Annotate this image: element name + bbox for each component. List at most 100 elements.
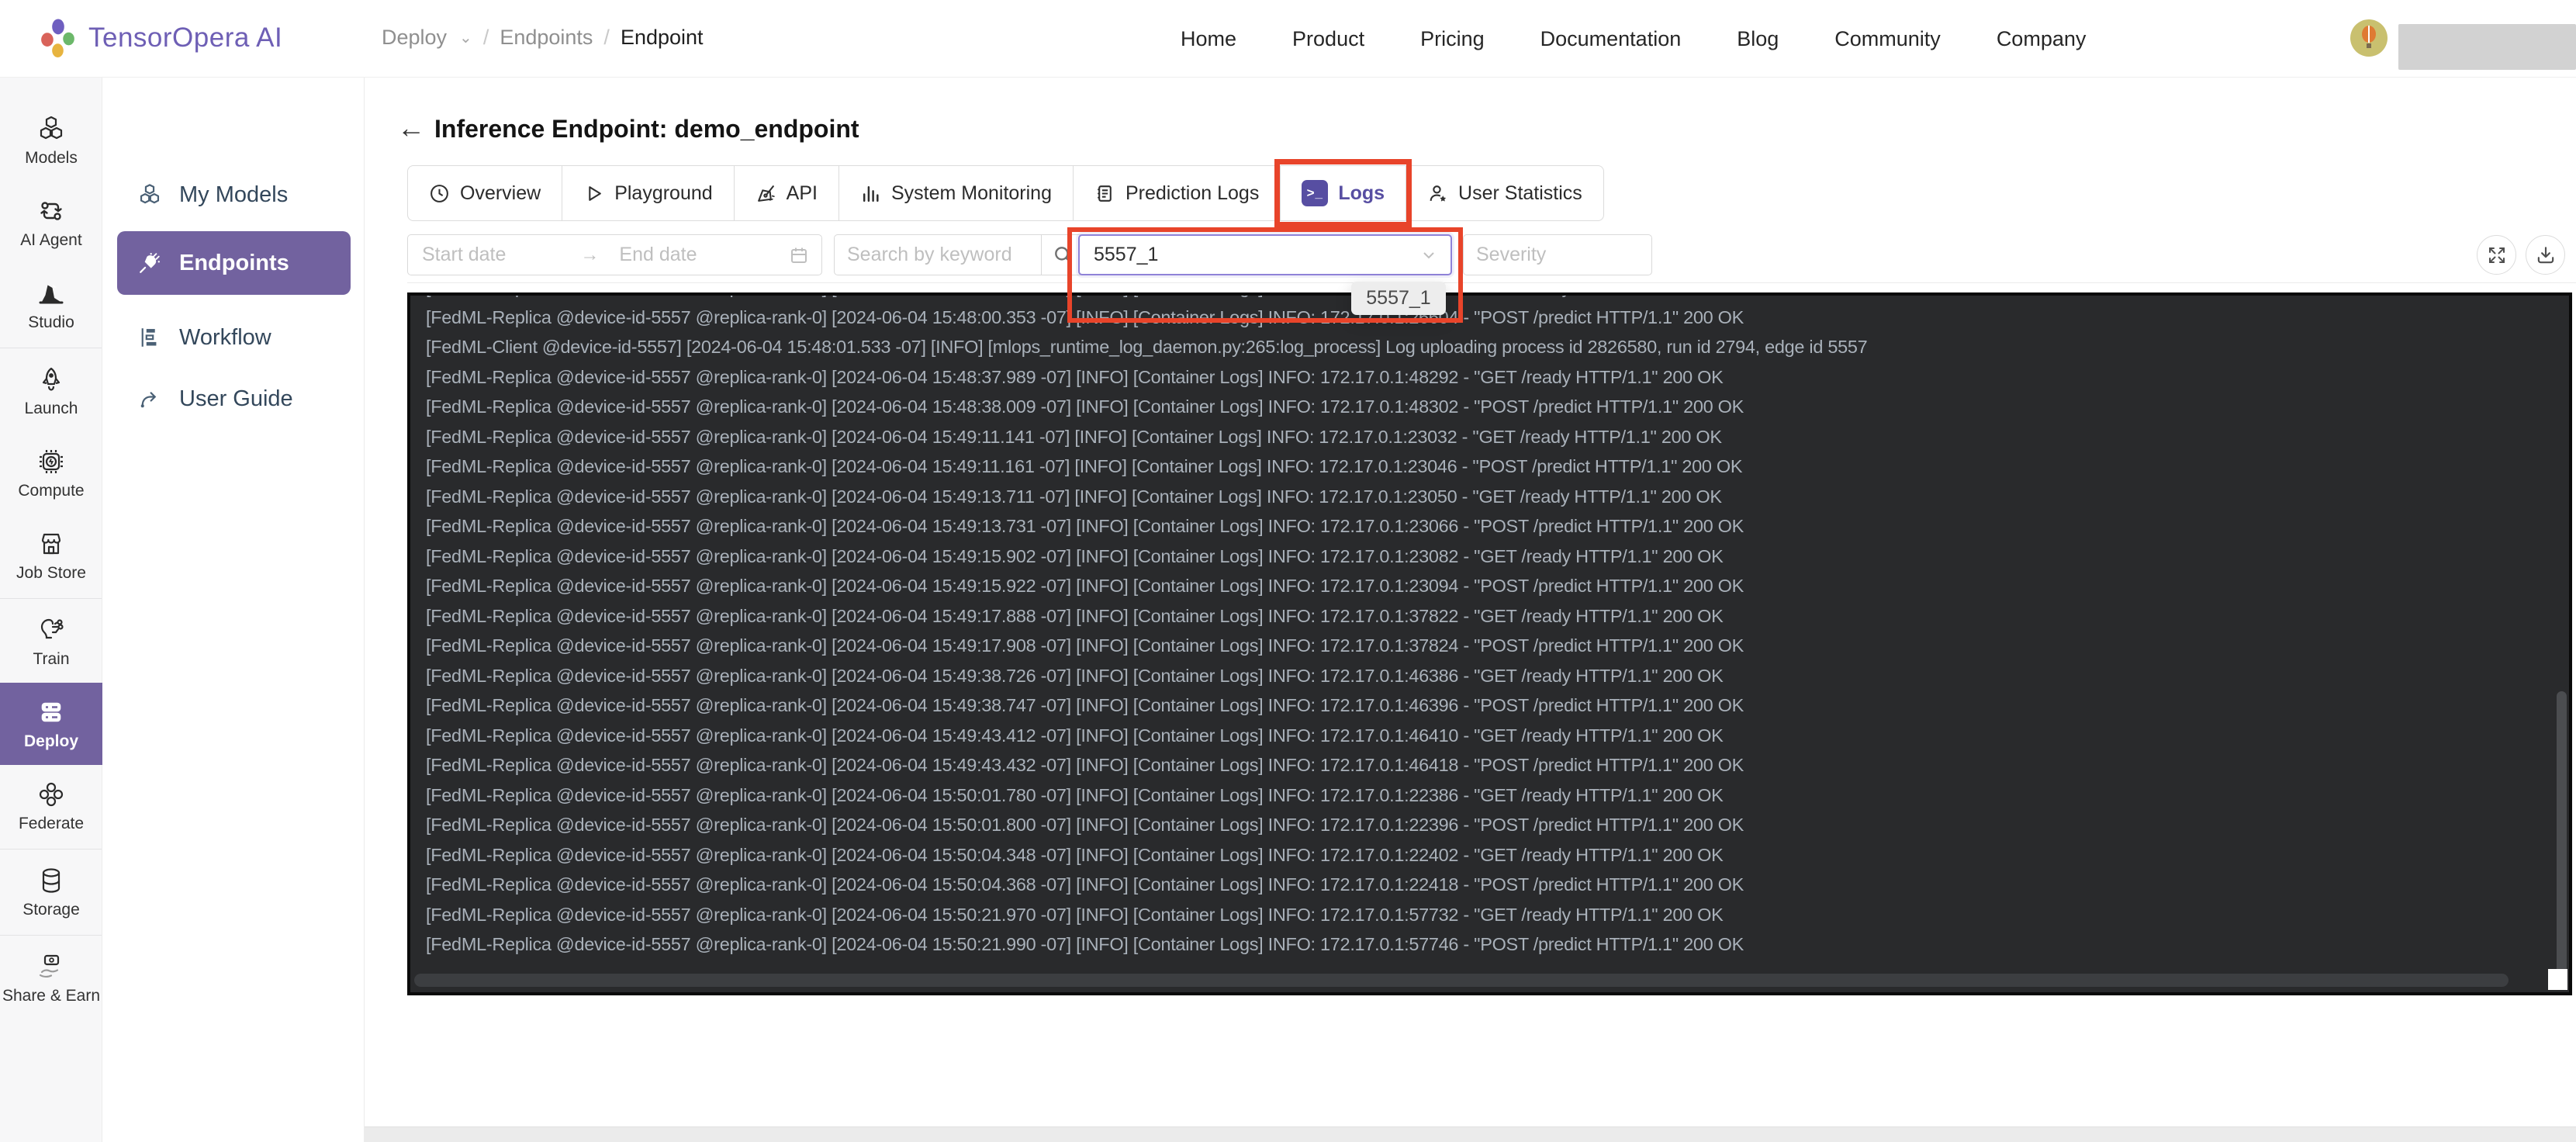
tab-overview[interactable]: Overview — [407, 165, 563, 221]
replica-dropdown-option[interactable]: 5557_1 — [1351, 282, 1446, 315]
chevron-down-icon — [1419, 246, 1438, 265]
studio-icon — [39, 284, 64, 303]
horizontal-scrollbar-thumb[interactable] — [414, 974, 2509, 987]
keyword-search: Search by keyword — [834, 234, 1086, 275]
log-line: [FedML-Replica @device-id-5557 @replica-… — [426, 545, 1724, 566]
tab-api[interactable]: API — [733, 165, 839, 221]
search-input[interactable]: Search by keyword — [847, 244, 1012, 266]
tab-logs[interactable]: >_ Logs — [1274, 159, 1412, 227]
breadcrumb-endpoints[interactable]: Endpoints — [500, 26, 593, 50]
rail-item-launch[interactable]: Launch — [0, 350, 102, 432]
rail-item-share-earn[interactable]: Share & Earn — [0, 937, 102, 1019]
rail-item-deploy[interactable]: Deploy — [0, 683, 102, 765]
user-guide-icon — [140, 392, 157, 408]
log-line: [FedML-Replica @device-id-5557 @replica-… — [426, 366, 1724, 387]
log-line: [FedML-Replica @device-id-5557 @replica-… — [426, 874, 1744, 895]
compute-cpu-icon — [40, 449, 63, 473]
log-line: [FedML-Replica @device-id-5557 @replica-… — [426, 486, 1722, 507]
chevron-down-icon: ⌄ — [459, 29, 472, 47]
top-header: TensorOpera AI Deploy ⌄ / Endpoints / En… — [0, 0, 2576, 78]
my-models-icon — [140, 184, 160, 204]
top-navigation: Home Product Pricing Documentation Blog … — [1181, 0, 2086, 78]
ai-agent-icon — [40, 201, 62, 220]
page-title: Inference Endpoint: demo_endpoint — [434, 115, 859, 143]
rail-item-federate[interactable]: Federate — [0, 765, 102, 847]
log-line: [FedML-Replica @device-id-5557 @replica-… — [426, 576, 1744, 596]
deploy-server-icon — [41, 702, 61, 722]
vertical-scrollbar-thumb[interactable] — [2557, 691, 2567, 978]
severity-select[interactable]: Severity — [1463, 234, 1652, 275]
terminal-icon: >_ — [1302, 180, 1329, 206]
rail-item-compute[interactable]: Compute — [0, 432, 102, 514]
log-line: [FedML-Replica @device-id-5557 @replica-… — [426, 306, 1744, 327]
nav-home[interactable]: Home — [1181, 27, 1236, 51]
endpoint-tabs: Overview Playground API System Monitorin… — [407, 159, 1604, 227]
download-icon — [2537, 246, 2554, 263]
log-line: [FedML-Replica @device-id-5557 @replica-… — [426, 755, 1744, 775]
severity-placeholder: Severity — [1476, 244, 1547, 265]
bottom-scrollbar-strip — [365, 1126, 2576, 1142]
balloon-avatar-icon — [2362, 26, 2376, 48]
nav-documentation[interactable]: Documentation — [1540, 27, 1682, 51]
nav-company[interactable]: Company — [1997, 27, 2087, 51]
rail-item-job-store[interactable]: Job Store — [0, 514, 102, 597]
sidebar-item-workflow[interactable]: Workflow — [117, 306, 351, 369]
bar-chart-icon — [863, 185, 879, 202]
tab-prediction-logs[interactable]: Prediction Logs — [1073, 165, 1281, 221]
log-line: [FedML-Replica @device-id-5557 @replica-… — [426, 635, 1744, 656]
replica-select[interactable]: 5557_1 — [1078, 234, 1452, 275]
replica-select-value: 5557_1 — [1094, 244, 1159, 265]
workflow-icon — [141, 328, 157, 347]
nav-pricing[interactable]: Pricing — [1420, 27, 1485, 51]
date-range-picker[interactable]: Start date → End date — [407, 234, 822, 275]
log-line: [FedML-Replica @device-id-5557 @replica-… — [426, 456, 1743, 476]
scrollbar-corner — [2548, 969, 2567, 990]
log-line: [FedML-Replica @device-id-5557 @replica-… — [426, 695, 1744, 715]
nav-blog[interactable]: Blog — [1737, 27, 1779, 51]
brand-logo[interactable]: TensorOpera AI — [39, 19, 282, 57]
sidebar-item-user-guide[interactable]: User Guide — [117, 367, 351, 431]
job-store-icon — [41, 533, 61, 554]
rail-item-storage[interactable]: Storage — [0, 851, 102, 933]
train-brain-icon — [40, 618, 64, 638]
tensoropera-flower-icon — [39, 19, 78, 57]
back-button[interactable]: ← — [397, 112, 425, 144]
rail-item-studio[interactable]: Studio — [0, 264, 102, 346]
breadcrumb: Deploy ⌄ / Endpoints / Endpoint — [382, 26, 704, 50]
user-avatar[interactable] — [2350, 19, 2388, 57]
sidebar-item-my-models[interactable]: My Models — [117, 163, 351, 227]
log-filter-toolbar: Start date → End date Search by keyword … — [0, 234, 2576, 275]
tab-system-monitoring[interactable]: System Monitoring — [838, 165, 1074, 221]
federate-icon — [39, 782, 64, 806]
log-line: [FedML-Replica @device-id-5557 @replica-… — [426, 904, 1724, 925]
log-line: [FedML-Replica @device-id-5557 @replica-… — [426, 396, 1744, 417]
launch-rocket-icon — [42, 367, 61, 391]
rail-divider — [0, 598, 102, 599]
rail-item-models[interactable]: Models — [0, 99, 102, 182]
models-icon — [40, 116, 63, 139]
end-date-input[interactable]: End date — [619, 244, 697, 266]
play-icon — [589, 185, 602, 201]
breadcrumb-deploy[interactable]: Deploy — [382, 26, 447, 50]
fullscreen-button[interactable] — [2477, 235, 2516, 275]
share-earn-icon — [39, 954, 60, 978]
log-line: [FedML-Client @device-id-5557] [2024-06-… — [426, 337, 1868, 357]
username-redacted-box — [2398, 24, 2576, 70]
tab-playground[interactable]: Playground — [562, 165, 735, 221]
calendar-icon — [789, 245, 809, 265]
log-lines: [FedML-Replica @device-id-5557 @replica-… — [410, 296, 2569, 960]
nav-product[interactable]: Product — [1292, 27, 1364, 51]
app-root: TensorOpera AI Deploy ⌄ / Endpoints / En… — [0, 0, 2576, 1142]
download-logs-button[interactable] — [2526, 235, 2565, 275]
storage-database-icon — [42, 867, 61, 893]
start-date-input[interactable]: Start date — [422, 244, 506, 266]
nav-community[interactable]: Community — [1834, 27, 1941, 51]
tab-user-statistics[interactable]: User Statistics — [1406, 165, 1604, 221]
rail-item-train[interactable]: Train — [0, 600, 102, 683]
expand-icon — [2488, 247, 2505, 263]
brand-name: TensorOpera AI — [88, 22, 283, 53]
overview-clock-icon — [430, 184, 448, 202]
log-line: [FedML-Replica @device-id-5557 @replica-… — [426, 725, 1724, 746]
log-console[interactable]: [FedML-Replica @device-id-5557 @replica-… — [407, 292, 2572, 995]
log-line: [FedML-Replica @device-id-5557 @replica-… — [426, 665, 1724, 686]
